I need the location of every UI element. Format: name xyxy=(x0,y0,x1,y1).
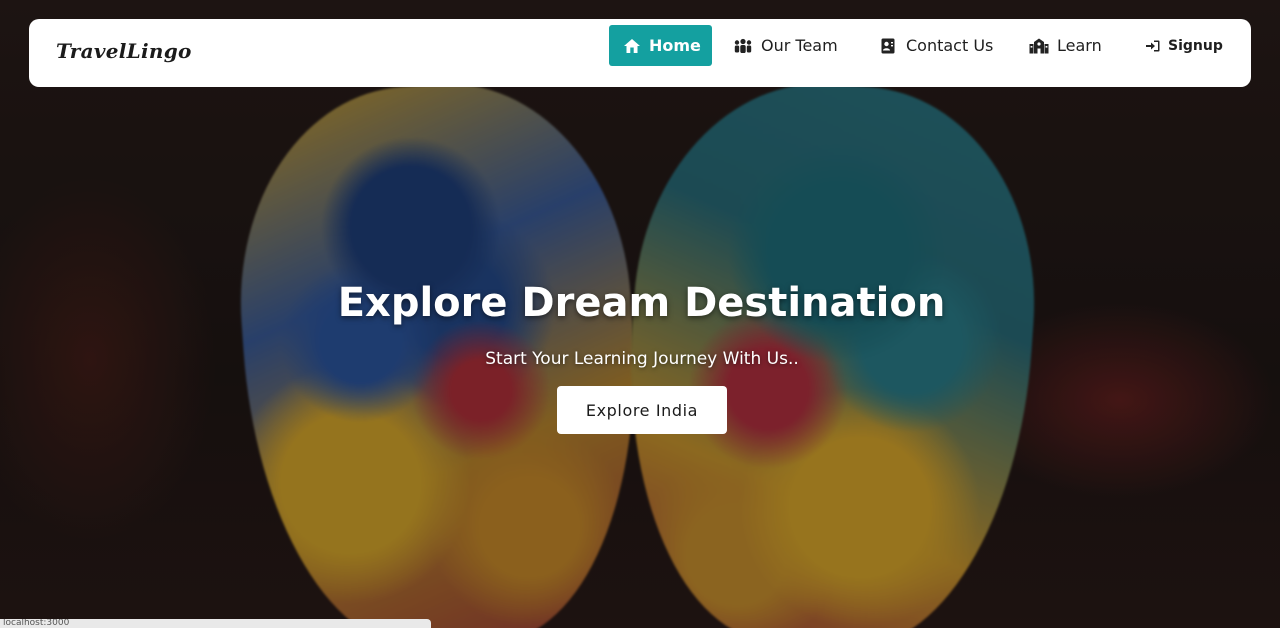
hero-title: Explore Dream Destination xyxy=(337,280,946,326)
nav-learn[interactable]: Learn xyxy=(1029,25,1102,66)
home-icon xyxy=(623,38,641,54)
nav-learn-label: Learn xyxy=(1057,36,1102,55)
nav-contact-us-label: Contact Us xyxy=(906,36,994,55)
contact-card-icon xyxy=(878,38,898,54)
explore-india-button[interactable]: Explore India xyxy=(557,386,727,434)
sign-in-icon xyxy=(1146,38,1160,54)
nav-our-team-label: Our Team xyxy=(761,36,838,55)
hero-subtitle: Start Your Learning Journey With Us.. xyxy=(485,349,799,369)
nav-contact-us[interactable]: Contact Us xyxy=(878,25,993,66)
brand-logo[interactable]: TravelLingo xyxy=(56,39,192,63)
nav-home[interactable]: Home xyxy=(609,25,712,66)
browser-status-bar: localhost:3000 xyxy=(0,619,431,628)
school-icon xyxy=(1029,38,1049,54)
signup-label: Signup xyxy=(1168,37,1223,54)
nav-our-team[interactable]: Our Team xyxy=(733,25,838,66)
team-icon xyxy=(733,38,753,54)
nav-home-label: Home xyxy=(649,36,701,55)
signup-button[interactable]: Signup xyxy=(1146,25,1223,66)
navbar: TravelLingo Home Our Team Contact Us Lea… xyxy=(29,19,1251,87)
